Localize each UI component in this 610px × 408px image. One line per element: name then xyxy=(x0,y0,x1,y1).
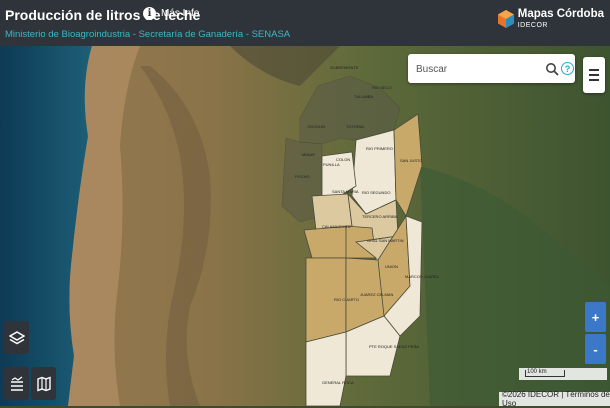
app-header: Producción de litros de leche i Más Info… xyxy=(0,0,610,46)
department-label: JUAREZ CELMAN xyxy=(360,292,393,297)
legend-button[interactable] xyxy=(4,367,29,400)
department-label: GRAL SAN MARTIN xyxy=(367,238,404,243)
help-icon[interactable]: ? xyxy=(561,62,574,75)
zoom-controls: + - xyxy=(585,302,606,364)
department-calamuchita xyxy=(303,225,353,259)
department-label: RIO PRIMERO xyxy=(366,146,393,151)
logo-subtitle: IDECOR xyxy=(517,21,548,29)
department-label: TERCERO ARRIBA xyxy=(362,214,398,219)
department-label: RIO CUARTO xyxy=(334,297,359,302)
menu-button[interactable] xyxy=(583,57,605,93)
department-label: TOTORAL xyxy=(346,124,366,129)
layers-icon xyxy=(8,330,25,344)
department-label: UNION xyxy=(385,264,398,269)
department-general-roca xyxy=(305,331,347,406)
mapas-cordoba-logo: Mapas Córdoba IDECOR xyxy=(497,8,604,29)
department-label: PUNILLA xyxy=(323,162,340,167)
department-label: CALAMUCHITA xyxy=(322,224,351,229)
info-icon: i xyxy=(143,7,156,20)
logo-icon xyxy=(497,9,514,28)
department-label: ISCHILIN xyxy=(308,124,325,129)
department-label: SAN JUSTO xyxy=(400,158,422,163)
department-label: SANTA MARIA xyxy=(332,189,359,194)
map-icon xyxy=(36,375,51,392)
department-label: PTE ROQUE SAENZ PEÑA xyxy=(369,344,419,349)
logo-title: Mapas Córdoba xyxy=(517,8,604,20)
attribution-text[interactable]: ©2026 IDECOR | Términos de Uso xyxy=(502,390,610,408)
more-info-label: Más Info xyxy=(161,8,200,19)
department-label: GENERAL ROCA xyxy=(322,380,354,385)
department-label: MARCOS JUAREZ xyxy=(405,274,440,279)
scale-label: 100 km xyxy=(527,369,547,375)
zoom-in-button[interactable]: + xyxy=(585,302,606,332)
menu-line-icon xyxy=(589,79,599,81)
search-box[interactable]: ? xyxy=(408,54,575,83)
page-subtitle: Ministerio de Bioagroindustria - Secreta… xyxy=(5,29,291,40)
menu-line-icon xyxy=(589,74,599,76)
search-input[interactable] xyxy=(414,61,543,78)
department-label: RIO SECO xyxy=(372,85,392,90)
more-info-button[interactable]: i Más Info xyxy=(143,7,199,20)
legend-icon xyxy=(10,376,23,391)
map-view-button[interactable] xyxy=(31,367,56,400)
menu-line-icon xyxy=(589,69,599,71)
department-rio-primero xyxy=(351,129,397,215)
layers-button[interactable] xyxy=(4,321,29,354)
department-label: RIO SEGUNDO xyxy=(362,190,390,195)
search-icon[interactable] xyxy=(545,62,559,76)
department-label: POCHO xyxy=(295,174,310,179)
map-attribution: ©2026 IDECOR | Términos de Uso xyxy=(499,390,610,408)
department-label: TULUMBA xyxy=(354,94,373,99)
satellite-basemap: SOBREMONTE RIO SECO TULUMBA TOTORAL ISCHILIN… xyxy=(0,46,610,406)
scale-bar: 100 km xyxy=(519,368,607,380)
zoom-out-button[interactable]: - xyxy=(585,334,606,364)
map-canvas[interactable]: SOBREMONTE RIO SECO TULUMBA TOTORAL ISCHILIN… xyxy=(0,46,610,406)
department-label: MINAS xyxy=(302,152,315,157)
department-label: SOBREMONTE xyxy=(330,65,359,70)
